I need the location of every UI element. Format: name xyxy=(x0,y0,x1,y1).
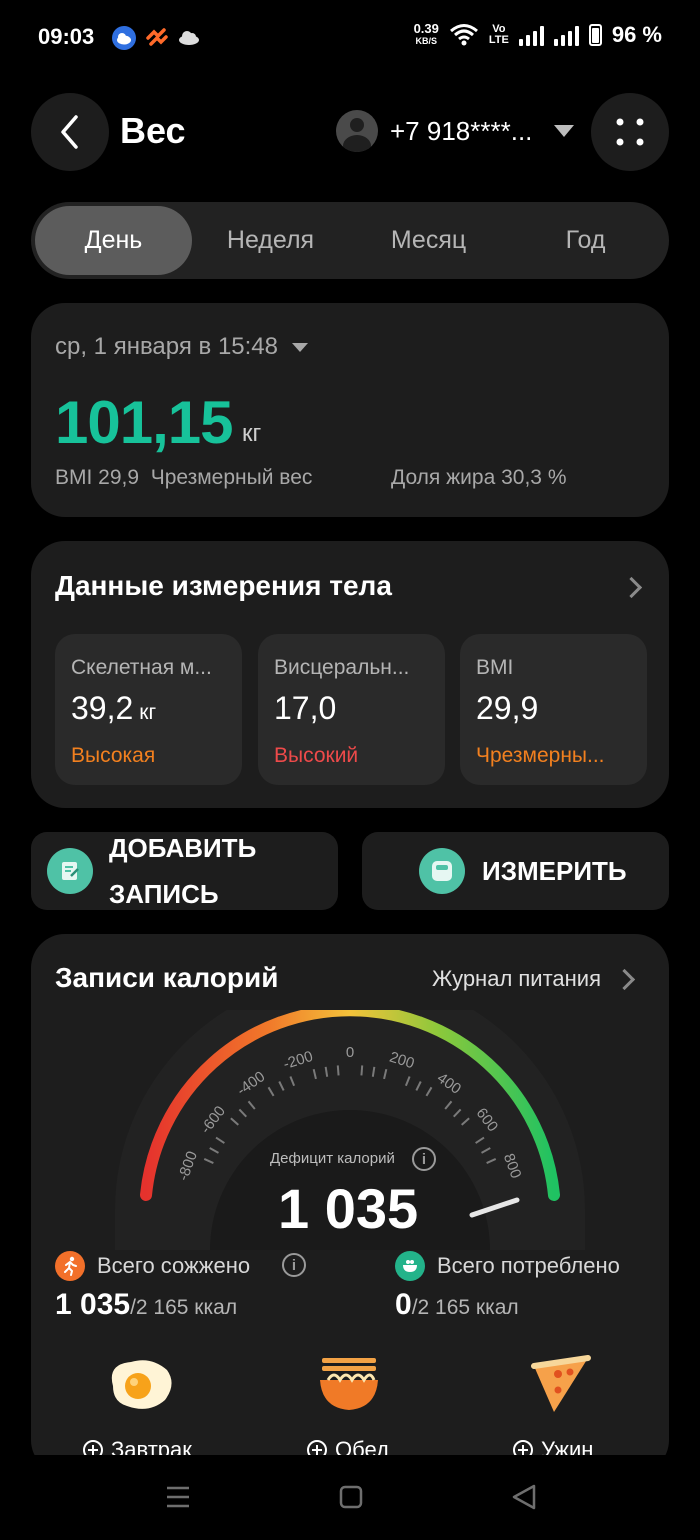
tab-year[interactable]: Год xyxy=(507,206,664,275)
gauge-minor-tick xyxy=(336,1065,340,1076)
measure-label: ИЗМЕРИТЬ xyxy=(482,856,627,886)
fat-percentage: Доля жира 30,3 % xyxy=(391,466,567,489)
metric-number: 39,2 xyxy=(71,690,134,726)
signal-icon-2 xyxy=(553,24,579,46)
status-indicators: 0.39 KB/S Vo LTE 96 % xyxy=(414,22,662,48)
noodle-bowl-icon xyxy=(316,1356,382,1421)
consumed-title: Всего потреблено xyxy=(437,1253,620,1278)
metric-number: 17,0 xyxy=(274,690,337,726)
metric-label: Скелетная м... xyxy=(71,656,212,679)
metric-value: 29,9 xyxy=(476,690,538,727)
consumed-value: 0/2 165 ккал xyxy=(395,1288,519,1322)
grid-dots-icon xyxy=(616,118,644,146)
health-app-icon xyxy=(144,26,168,50)
metric-tile-bmi[interactable]: BMI 29,9 Чрезмерны... xyxy=(460,634,647,785)
wifi-icon xyxy=(449,24,478,46)
bmi-value: BMI 29,9 xyxy=(55,466,140,489)
calories-title: Записи калорий xyxy=(55,962,279,993)
volte-indicator: Vo LTE xyxy=(489,24,509,46)
metric-label: Висцеральн... xyxy=(274,656,410,679)
status-time: 09:03 xyxy=(38,24,95,49)
consumed-number: 0 xyxy=(395,1288,412,1321)
home-icon[interactable] xyxy=(339,1485,363,1509)
recent-apps-icon[interactable] xyxy=(165,1485,191,1509)
metric-value: 17,0 xyxy=(274,690,336,727)
battery-level: 96 % xyxy=(611,22,662,47)
metric-number: 29,9 xyxy=(476,690,539,726)
metric-status: Высокая xyxy=(71,744,156,767)
avatar xyxy=(336,110,378,152)
food-journal-label: Журнал питания xyxy=(432,966,602,991)
gauge-tick-label: 0 xyxy=(346,1044,354,1061)
info-icon[interactable]: i xyxy=(282,1253,306,1277)
running-icon xyxy=(55,1251,85,1281)
metric-unit: кг xyxy=(139,701,157,724)
metric-value: 39,2 кг xyxy=(71,690,156,727)
account-phone: +7 918****... xyxy=(390,115,533,146)
chevron-down-icon xyxy=(554,125,575,137)
network-speed: 0.39 KB/S xyxy=(414,22,439,48)
info-icon[interactable]: i xyxy=(412,1147,436,1171)
weight-unit: кг xyxy=(242,420,262,447)
measure-button[interactable]: ИЗМЕРИТЬ xyxy=(362,832,669,910)
chevron-left-icon xyxy=(61,115,78,149)
pizza-icon xyxy=(528,1354,594,1421)
burned-value: 1 035/2 165 ккал xyxy=(55,1288,237,1322)
tab-month[interactable]: Месяц xyxy=(350,206,507,275)
period-tabs: День Неделя Месяц Год xyxy=(31,202,669,279)
net-speed-unit: KB/S xyxy=(415,36,437,46)
back-button[interactable] xyxy=(31,93,109,171)
scale-icon xyxy=(419,848,465,894)
add-record-button[interactable]: ДОБАВИТЬ ЗАПИСЬ xyxy=(31,832,338,910)
system-navigation-bar xyxy=(0,1455,700,1540)
consumed-target: /2 165 ккал xyxy=(411,1296,519,1319)
burned-title: Всего сожжено xyxy=(97,1253,251,1278)
metric-label: BMI xyxy=(476,656,514,679)
signal-icon-1 xyxy=(518,24,544,46)
bowl-icon xyxy=(395,1251,425,1281)
deficit-value: 1 035 xyxy=(278,1177,419,1240)
metric-tile-skeletal-muscle[interactable]: Скелетная м... 39,2 кг Высокая xyxy=(55,634,242,785)
tab-day[interactable]: День xyxy=(35,206,192,275)
chevron-right-icon xyxy=(613,968,636,990)
metric-tile-visceral-fat[interactable]: Висцеральн... 17,0 Высокий xyxy=(258,634,445,785)
weather-icon xyxy=(112,26,136,50)
caret-down-icon xyxy=(292,342,308,352)
account-selector[interactable]: +7 918****... xyxy=(336,110,575,152)
food-journal-link[interactable]: Журнал питания xyxy=(432,966,636,992)
more-button[interactable] xyxy=(591,93,669,171)
weight-value: 101,15 xyxy=(55,389,234,456)
page-title: Вес xyxy=(120,110,186,151)
egg-icon xyxy=(105,1356,177,1419)
net-speed-value: 0.39 xyxy=(413,21,439,36)
note-icon xyxy=(47,848,93,894)
metric-status: Высокий xyxy=(274,744,359,767)
bmi-status: Чрезмерный вес xyxy=(150,466,313,489)
deficit-label: Дефицит калорий xyxy=(270,1150,395,1167)
bmi-line: BMI 29,9 Чрезмерный вес xyxy=(55,466,312,490)
measurement-date: ср, 1 января в 15:48 xyxy=(55,333,278,360)
tab-week[interactable]: Неделя xyxy=(192,206,349,275)
body-data-title: Данные измерения тела xyxy=(55,570,392,601)
battery-icon xyxy=(588,24,602,46)
burned-number: 1 035 xyxy=(55,1288,131,1321)
cloud-icon xyxy=(176,26,200,50)
burned-target: /2 165 ккал xyxy=(130,1296,238,1319)
volte-bottom: LTE xyxy=(488,34,509,46)
add-record-label-1: ДОБАВИТЬ xyxy=(109,833,257,863)
add-record-label-2: ЗАПИСЬ xyxy=(109,879,219,909)
back-nav-icon[interactable] xyxy=(511,1484,537,1510)
gauge-minor-tick xyxy=(360,1065,364,1076)
metric-status: Чрезмерны... xyxy=(476,744,605,767)
measurement-date-selector[interactable]: ср, 1 января в 15:48 xyxy=(55,333,308,361)
